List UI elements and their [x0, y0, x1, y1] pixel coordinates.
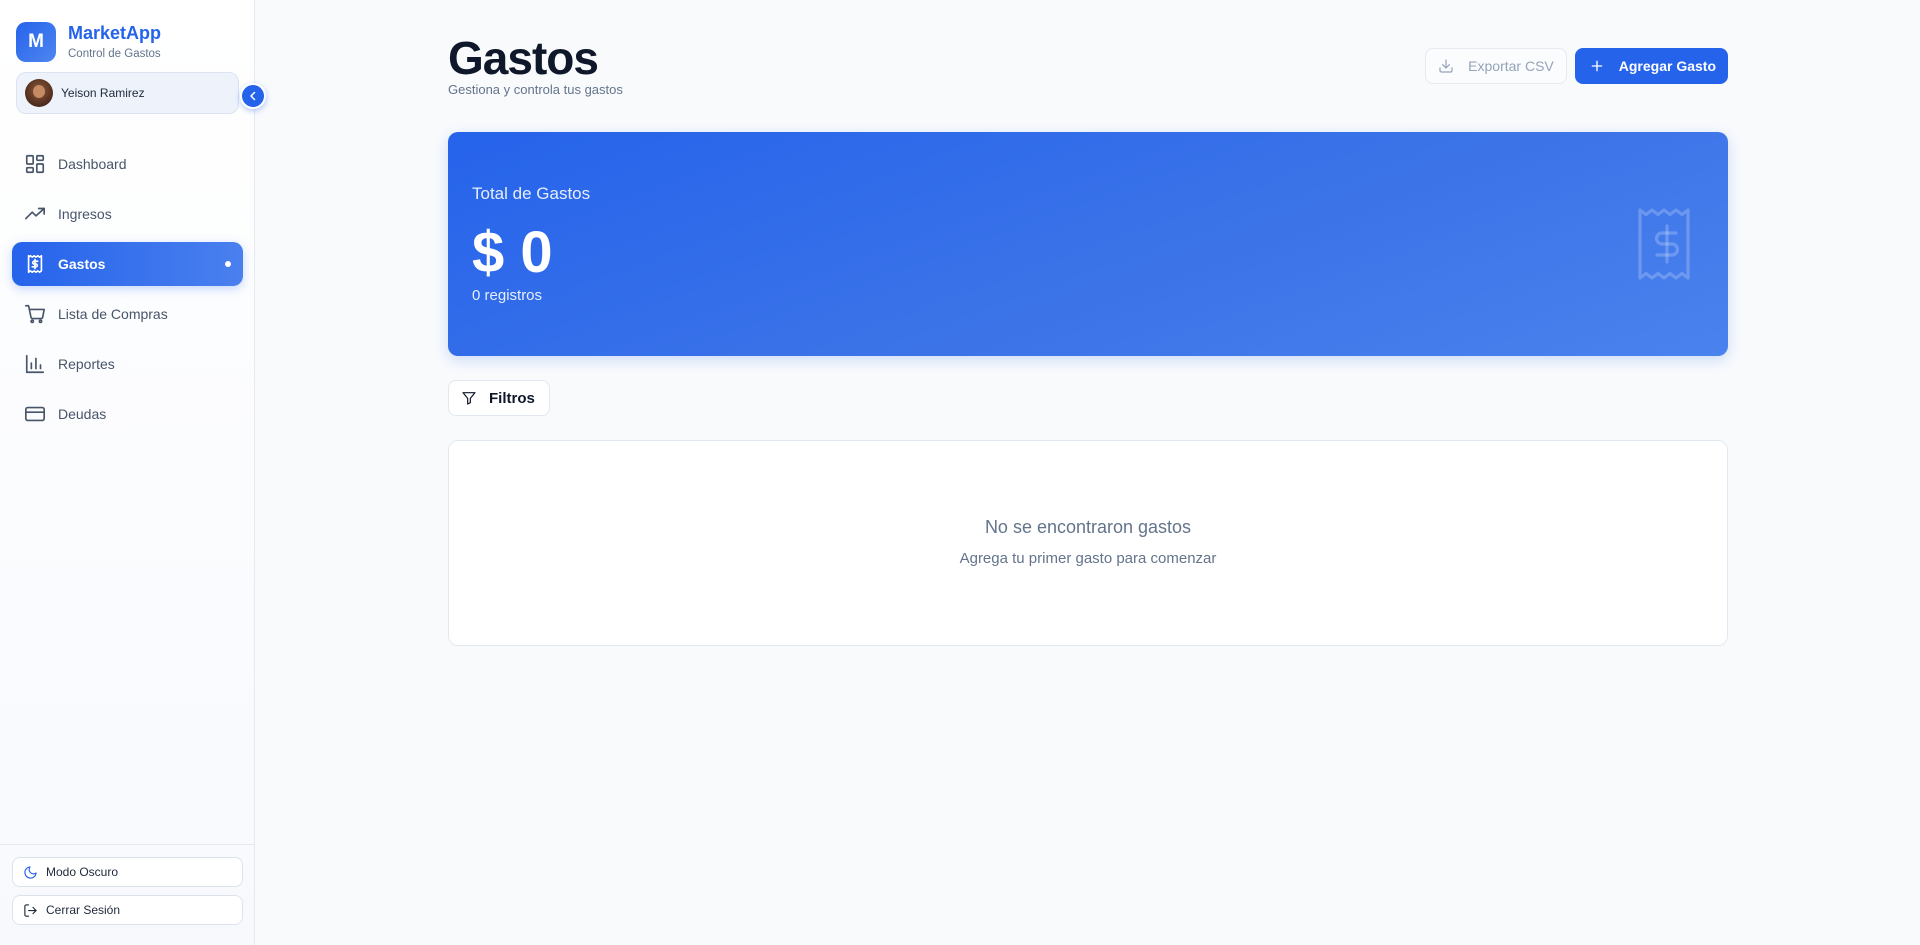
- filters-button[interactable]: Filtros: [448, 380, 550, 416]
- sidebar-item-lista-de-compras[interactable]: Lista de Compras: [12, 292, 243, 336]
- cart-icon: [25, 304, 45, 324]
- main-content: Gastos Gestiona y controla tus gastos Ex…: [255, 0, 1920, 945]
- active-indicator-dot: [225, 261, 231, 267]
- empty-state-subtitle: Agrega tu primer gasto para comenzar: [959, 550, 1217, 567]
- bar-chart-icon: [25, 354, 45, 374]
- receipt-dollar-icon: [27, 254, 43, 274]
- sidebar-item-dashboard[interactable]: Dashboard: [12, 142, 243, 186]
- records-count: 0 registros: [472, 287, 543, 304]
- avatar: [25, 79, 53, 107]
- trending-up-icon: [25, 207, 45, 220]
- sidebar-item-label: Dashboard: [58, 156, 127, 172]
- expenses-empty-state: No se encontraron gastos Agrega tu prime…: [448, 440, 1728, 646]
- user-name: Yeison Ramirez: [61, 86, 145, 100]
- brand-subtitle: Control de Gastos: [68, 48, 161, 60]
- filters-label: Filtros: [489, 389, 535, 407]
- total-expenses-card: Total de Gastos $ 0 0 registros: [448, 132, 1728, 356]
- credit-card-icon: [25, 406, 45, 422]
- brand: M MarketApp Control de Gastos: [0, 0, 254, 66]
- add-expense-button[interactable]: Agregar Gasto: [1574, 48, 1728, 84]
- sidebar-item-ingresos[interactable]: Ingresos: [12, 192, 243, 236]
- add-expense-label: Agregar Gasto: [1618, 58, 1716, 74]
- sidebar-item-label: Ingresos: [58, 206, 112, 222]
- sidebar-item-label: Reportes: [58, 356, 115, 372]
- logout-button[interactable]: Cerrar Sesión: [12, 895, 243, 925]
- brand-name: MarketApp: [68, 23, 162, 43]
- total-expenses-value: $ 0: [472, 220, 553, 285]
- logout-icon: [24, 903, 37, 917]
- sidebar-item-label: Deudas: [58, 406, 107, 422]
- sidebar: M MarketApp Control de Gastos Yeison Ram…: [0, 0, 266, 945]
- brand-text: MarketApp Control de Gastos: [68, 22, 161, 62]
- moon-icon: [24, 865, 37, 879]
- sidebar-item-reportes[interactable]: Reportes: [12, 342, 243, 386]
- sidebar-item-label: Lista de Compras: [58, 306, 168, 322]
- sidebar-item-deudas[interactable]: Deudas: [12, 392, 243, 436]
- sidebar-item-label: Gastos: [58, 256, 106, 272]
- plus-icon: [1591, 60, 1603, 72]
- dashboard-icon: [25, 154, 45, 174]
- receipt-dollar-icon: [1634, 206, 1700, 282]
- page-title: Gastos: [448, 32, 599, 84]
- user-card[interactable]: Yeison Ramirez: [16, 72, 239, 114]
- empty-state-title: No se encontraron gastos: [984, 517, 1192, 537]
- download-icon: [1439, 59, 1453, 73]
- page-subtitle: Gestiona y controla tus gastos: [448, 82, 623, 97]
- export-csv-button[interactable]: Exportar CSV: [1425, 48, 1567, 84]
- sidebar-footer: Modo Oscuro Cerrar Sesión: [0, 844, 254, 945]
- page-header: Gastos Gestiona y controla tus gastos: [448, 32, 623, 97]
- total-expenses-label: Total de Gastos: [472, 184, 591, 203]
- brand-logo: M: [16, 22, 56, 62]
- logout-label: Cerrar Sesión: [46, 903, 121, 917]
- sidebar-nav: Dashboard Ingresos Gastos Lista de Compr…: [0, 142, 254, 442]
- export-csv-label: Exportar CSV: [1468, 58, 1554, 74]
- app-root: M MarketApp Control de Gastos Yeison Ram…: [0, 0, 1920, 945]
- dark-mode-toggle[interactable]: Modo Oscuro: [12, 857, 243, 887]
- header-actions: Exportar CSV Agregar Gasto: [1425, 48, 1728, 84]
- filter-icon: [462, 392, 476, 405]
- sidebar-item-gastos[interactable]: Gastos: [12, 242, 243, 286]
- dark-mode-label: Modo Oscuro: [46, 865, 119, 879]
